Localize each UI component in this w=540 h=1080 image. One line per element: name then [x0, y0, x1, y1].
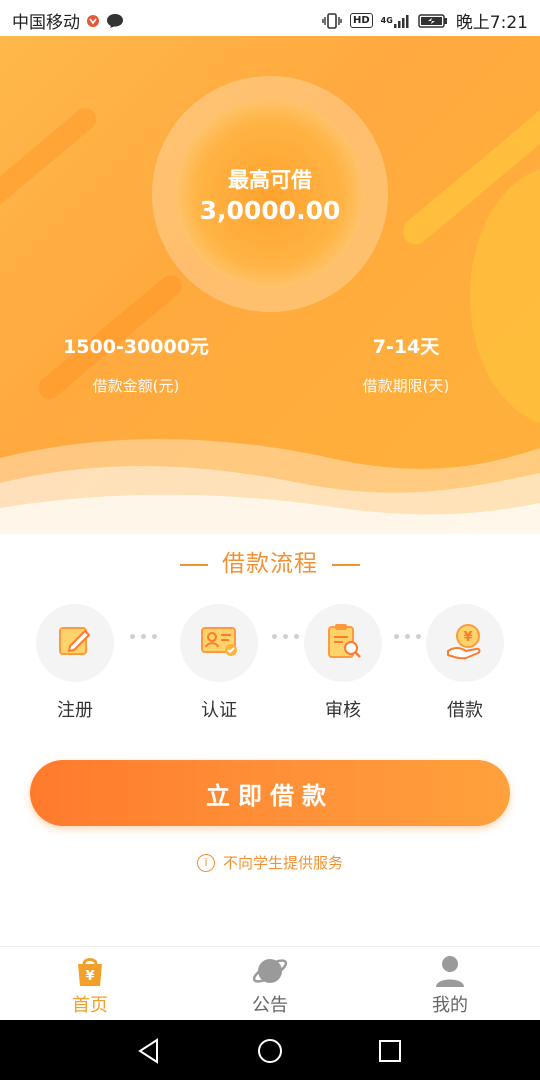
tab-announcements[interactable]: 公告 — [210, 951, 330, 1017]
message-icon — [106, 13, 124, 29]
title-dash-left — [180, 563, 208, 566]
notice-text: 不向学生提供服务 — [222, 854, 343, 872]
tab-label: 首页 — [72, 995, 108, 1016]
tab-label: 公告 — [252, 995, 288, 1016]
step-bubble — [304, 604, 382, 682]
battery-icon — [418, 13, 448, 28]
loan-amount-stat: 1500-30000元 借款金额(元) — [26, 332, 246, 396]
process-title-text: 借款流程 — [222, 551, 318, 577]
title-dash-right — [332, 563, 360, 566]
step-bubble — [180, 604, 258, 682]
home-icon[interactable] — [255, 1036, 285, 1066]
hd-badge: HD — [350, 13, 373, 28]
step-verify: 认证 — [180, 604, 258, 722]
step-bubble — [36, 604, 114, 682]
svg-text:¥: ¥ — [85, 969, 94, 984]
carrier-label: 中国移动 — [12, 13, 80, 33]
svg-text:¥: ¥ — [463, 630, 472, 645]
step-connector — [130, 634, 157, 639]
loan-term-value: 7-14天 — [372, 336, 440, 358]
tab-label: 我的 — [432, 995, 468, 1016]
recents-icon[interactable] — [375, 1036, 405, 1066]
info-icon: i — [196, 853, 215, 872]
notification-app-icon — [86, 14, 100, 28]
step-review: 审核 — [304, 604, 382, 722]
network-type-label: 4G — [380, 16, 393, 25]
max-borrow-amount: 3,0000.00 — [199, 196, 341, 225]
tab-mine[interactable]: 我的 — [390, 951, 510, 1017]
bottom-tab-bar: ¥ 首页 公告 我的 — [0, 946, 540, 1021]
step-label: 审核 — [325, 700, 361, 721]
step-label: 注册 — [57, 700, 93, 721]
user-icon — [390, 951, 510, 991]
max-borrow-title: 最高可借 — [228, 168, 312, 192]
clipboard-search-icon — [323, 621, 363, 665]
hero-banner: 最高可借 3,0000.00 1500-30000元 借款金额(元) 7-14天… — [0, 36, 540, 534]
id-card-icon — [199, 623, 239, 663]
amount-disc — [176, 100, 364, 288]
student-notice: i 不向学生提供服务 — [0, 852, 540, 873]
step-connector — [272, 634, 299, 639]
process-title: 借款流程 — [0, 544, 540, 578]
loan-amount-value: 1500-30000元 — [63, 336, 209, 358]
wave-decoration — [0, 439, 540, 534]
step-connector — [394, 634, 421, 639]
planet-icon — [210, 951, 330, 991]
home-bag-icon: ¥ — [30, 951, 150, 991]
signal-icon: 4G — [381, 14, 410, 28]
clock-label: 晚上7:21 — [455, 13, 528, 33]
tab-home[interactable]: ¥ 首页 — [30, 951, 150, 1017]
vibrate-icon — [322, 12, 342, 29]
step-label: 借款 — [447, 700, 483, 721]
loan-amount-label: 借款金额(元) — [92, 377, 180, 395]
step-bubble: ¥ — [426, 604, 504, 682]
system-navigation-bar — [0, 1020, 540, 1080]
loan-term-stat: 7-14天 借款期限(天) — [296, 332, 516, 396]
decor-stripe — [0, 103, 101, 211]
loan-term-label: 借款期限(天) — [362, 377, 450, 395]
back-icon[interactable] — [134, 1036, 164, 1066]
step-register: 注册 — [36, 604, 114, 722]
edit-icon — [56, 622, 94, 664]
status-bar: 中国移动 HD 4G 晚上7:21 — [0, 0, 540, 36]
step-borrow: ¥ 借款 — [426, 604, 504, 722]
step-label: 认证 — [201, 700, 237, 721]
coin-hand-icon: ¥ — [444, 621, 486, 665]
borrow-now-button[interactable]: 立即借款 — [30, 760, 510, 826]
